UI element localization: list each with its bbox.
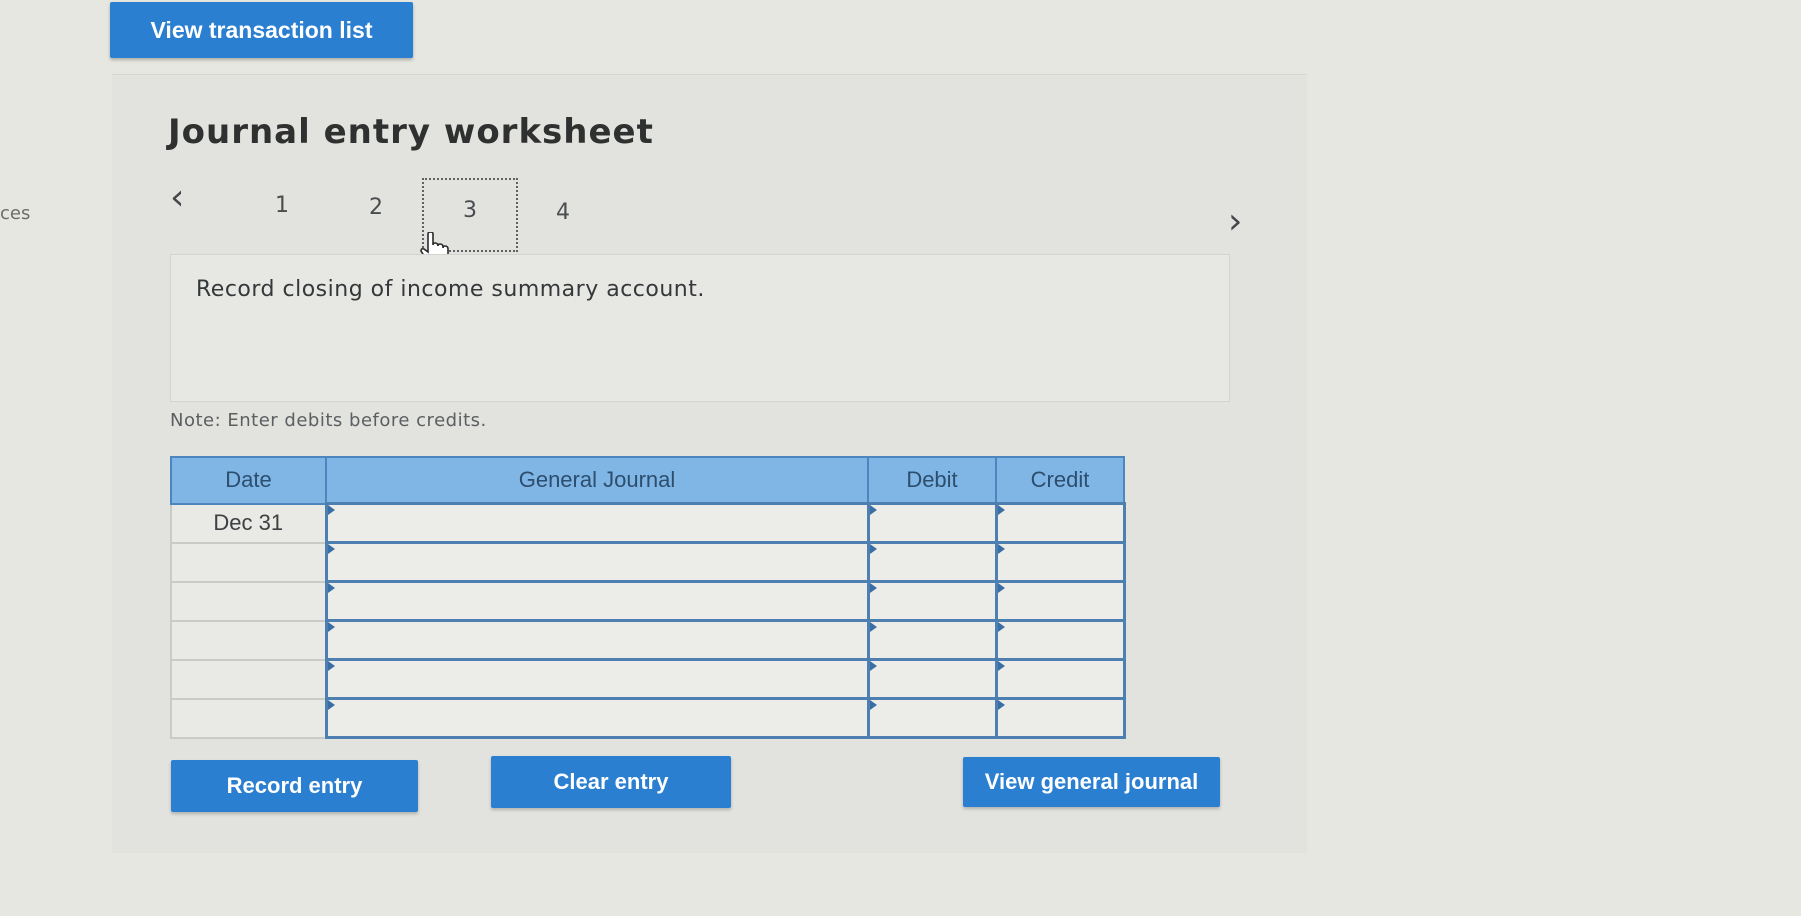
- date-cell: [170, 697, 327, 739]
- table-row: [170, 697, 1126, 739]
- debit-input-cell[interactable]: [866, 541, 998, 583]
- date-cell: [170, 541, 327, 583]
- debit-input[interactable]: [869, 544, 995, 580]
- debit-input[interactable]: [869, 583, 995, 619]
- table-row: [170, 619, 1126, 661]
- debit-input[interactable]: [869, 622, 995, 658]
- date-cell: [170, 619, 327, 661]
- credit-input[interactable]: [997, 700, 1123, 736]
- credit-input-cell[interactable]: [994, 541, 1126, 583]
- date-column-header: Date: [170, 456, 327, 505]
- table-row: [170, 658, 1126, 700]
- debit-input[interactable]: [869, 505, 995, 541]
- debit-input-cell[interactable]: [866, 580, 998, 622]
- step-tab-3-active[interactable]: 3: [452, 198, 488, 223]
- account-input[interactable]: [327, 700, 867, 736]
- account-input[interactable]: [327, 622, 867, 658]
- task-description: Record closing of income summary account…: [196, 277, 705, 302]
- table-row: [170, 580, 1126, 622]
- screen: ces View transaction list Journal entry …: [0, 0, 1801, 916]
- truncated-side-label: ces: [0, 203, 31, 224]
- credit-input-cell[interactable]: [994, 619, 1126, 661]
- credit-input[interactable]: [997, 505, 1123, 541]
- credit-column-header: Credit: [995, 456, 1125, 505]
- step-tab-2[interactable]: 2: [358, 195, 394, 220]
- general-journal-column-header: General Journal: [325, 456, 869, 505]
- credit-input-cell[interactable]: [994, 658, 1126, 700]
- date-cell: Dec 31: [170, 502, 327, 544]
- view-transaction-list-button[interactable]: View transaction list: [110, 2, 413, 58]
- chevron-right-icon[interactable]: ›: [1228, 204, 1242, 240]
- record-entry-button[interactable]: Record entry: [171, 760, 418, 812]
- journal-entry-table: Date General Journal Debit Credit Dec 31: [170, 456, 1126, 739]
- credit-input-cell[interactable]: [994, 502, 1126, 544]
- step-tab-1[interactable]: 1: [264, 193, 300, 218]
- step-tab-4[interactable]: 4: [545, 200, 581, 225]
- date-cell: [170, 580, 327, 622]
- credit-input[interactable]: [997, 544, 1123, 580]
- credit-input[interactable]: [997, 661, 1123, 697]
- credit-input[interactable]: [997, 622, 1123, 658]
- debit-input[interactable]: [869, 661, 995, 697]
- table-row: [170, 541, 1126, 583]
- credit-input[interactable]: [997, 583, 1123, 619]
- account-input-cell[interactable]: [324, 619, 870, 661]
- debit-input[interactable]: [869, 700, 995, 736]
- account-input-cell[interactable]: [324, 541, 870, 583]
- debit-input-cell[interactable]: [866, 502, 998, 544]
- account-input-cell[interactable]: [324, 502, 870, 544]
- debit-input-cell[interactable]: [866, 697, 998, 739]
- account-input[interactable]: [327, 661, 867, 697]
- table-row: Dec 31: [170, 502, 1126, 544]
- account-input-cell[interactable]: [324, 697, 870, 739]
- account-input[interactable]: [327, 583, 867, 619]
- entry-note: Note: Enter debits before credits.: [170, 410, 487, 431]
- table-header-row: Date General Journal Debit Credit: [170, 456, 1125, 505]
- credit-input-cell[interactable]: [994, 580, 1126, 622]
- account-input[interactable]: [327, 544, 867, 580]
- debit-input-cell[interactable]: [866, 619, 998, 661]
- credit-input-cell[interactable]: [994, 697, 1126, 739]
- account-input[interactable]: [327, 505, 867, 541]
- clear-entry-button[interactable]: Clear entry: [491, 756, 731, 808]
- date-cell: [170, 658, 327, 700]
- debit-column-header: Debit: [867, 456, 997, 505]
- debit-input-cell[interactable]: [866, 658, 998, 700]
- chevron-left-icon[interactable]: ‹: [170, 180, 184, 216]
- view-general-journal-button[interactable]: View general journal: [963, 757, 1220, 807]
- worksheet-title: Journal entry worksheet: [168, 112, 654, 152]
- account-input-cell[interactable]: [324, 580, 870, 622]
- account-input-cell[interactable]: [324, 658, 870, 700]
